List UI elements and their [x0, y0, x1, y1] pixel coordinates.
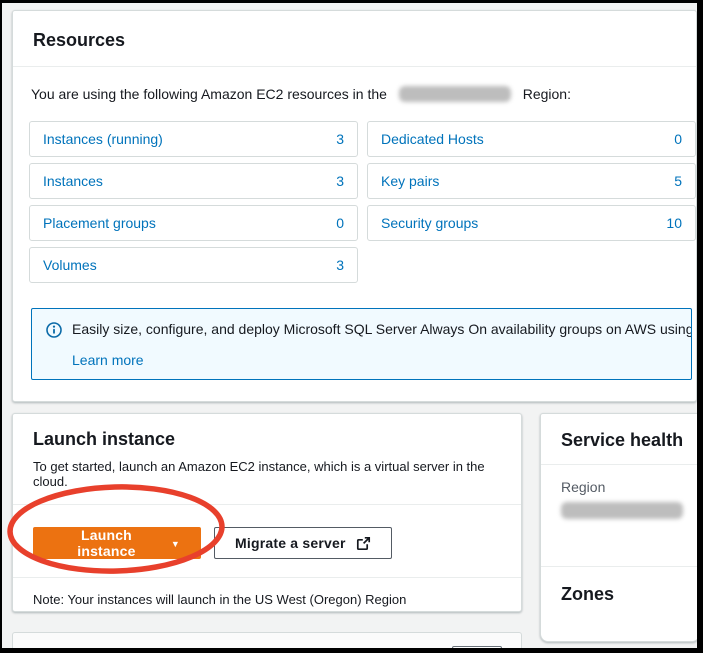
region-label: Region: [561, 479, 697, 495]
resource-card-instances-running[interactable]: Instances (running) 3: [29, 121, 358, 157]
learn-more-link[interactable]: Learn more: [72, 352, 677, 368]
launch-instance-subtitle: To get started, launch an Amazon EC2 ins…: [33, 459, 501, 489]
migrate-server-button[interactable]: Migrate a server: [214, 527, 392, 559]
launch-instance-button[interactable]: Launch instance ▼: [33, 527, 201, 559]
resource-card-dedicated-hosts[interactable]: Dedicated Hosts 0: [367, 121, 696, 157]
service-health-panel: Service health Region Zones: [540, 413, 697, 642]
intro-suffix: Region:: [523, 86, 571, 102]
resources-title: Resources: [33, 30, 125, 50]
resources-intro: You are using the following Amazon EC2 r…: [13, 67, 696, 104]
chevron-down-icon: ▼: [171, 539, 180, 549]
launch-instance-button-label: Launch instance: [54, 527, 159, 559]
resource-count[interactable]: 3: [336, 257, 344, 273]
resource-count[interactable]: 0: [674, 131, 682, 147]
resource-count[interactable]: 10: [666, 215, 682, 231]
zones-title: Zones: [561, 584, 614, 604]
resources-header: Resources: [13, 11, 696, 67]
resource-count[interactable]: 5: [674, 173, 682, 189]
resource-link[interactable]: Placement groups: [43, 215, 156, 231]
resource-card-volumes[interactable]: Volumes 3: [29, 247, 358, 283]
launch-region-note: Note: Your instances will launch in the …: [13, 578, 521, 607]
launch-instance-panel: Launch instance To get started, launch a…: [12, 413, 522, 612]
resource-card-key-pairs[interactable]: Key pairs 5: [367, 163, 696, 199]
info-circle-icon: [46, 322, 62, 343]
resource-link[interactable]: Instances (running): [43, 131, 163, 147]
ec2-dashboard: Resources You are using the following Am…: [2, 3, 697, 648]
partial-button[interactable]: [452, 646, 502, 648]
service-health-title: Service health: [561, 430, 683, 450]
resource-link[interactable]: Dedicated Hosts: [381, 131, 484, 147]
resource-count[interactable]: 3: [336, 131, 344, 147]
resource-card-instances[interactable]: Instances 3: [29, 163, 358, 199]
resource-link[interactable]: Instances: [43, 173, 103, 189]
intro-prefix: You are using the following Amazon EC2 r…: [31, 86, 387, 102]
resource-link[interactable]: Security groups: [381, 215, 478, 231]
resource-card-placement-groups[interactable]: Placement groups 0: [29, 205, 358, 241]
redacted-region-value: [561, 502, 683, 519]
migrate-server-button-label: Migrate a server: [235, 535, 346, 551]
resource-count[interactable]: 3: [336, 173, 344, 189]
resource-cards: Instances (running) 3 Dedicated Hosts 0 …: [29, 121, 696, 283]
launch-instance-title: Launch instance: [33, 429, 501, 450]
sql-server-info-banner: Easily size, configure, and deploy Micro…: [31, 308, 692, 380]
resource-link[interactable]: Key pairs: [381, 173, 439, 189]
screenshot-frame: Resources You are using the following Am…: [0, 0, 703, 653]
external-link-icon: [356, 536, 371, 551]
redacted-region-name: [399, 86, 511, 102]
partial-next-panel: [12, 632, 522, 648]
resources-panel: Resources You are using the following Am…: [12, 10, 697, 402]
resource-count[interactable]: 0: [336, 215, 344, 231]
resource-card-security-groups[interactable]: Security groups 10: [367, 205, 696, 241]
resource-link[interactable]: Volumes: [43, 257, 97, 273]
banner-message: Easily size, configure, and deploy Micro…: [72, 321, 692, 337]
